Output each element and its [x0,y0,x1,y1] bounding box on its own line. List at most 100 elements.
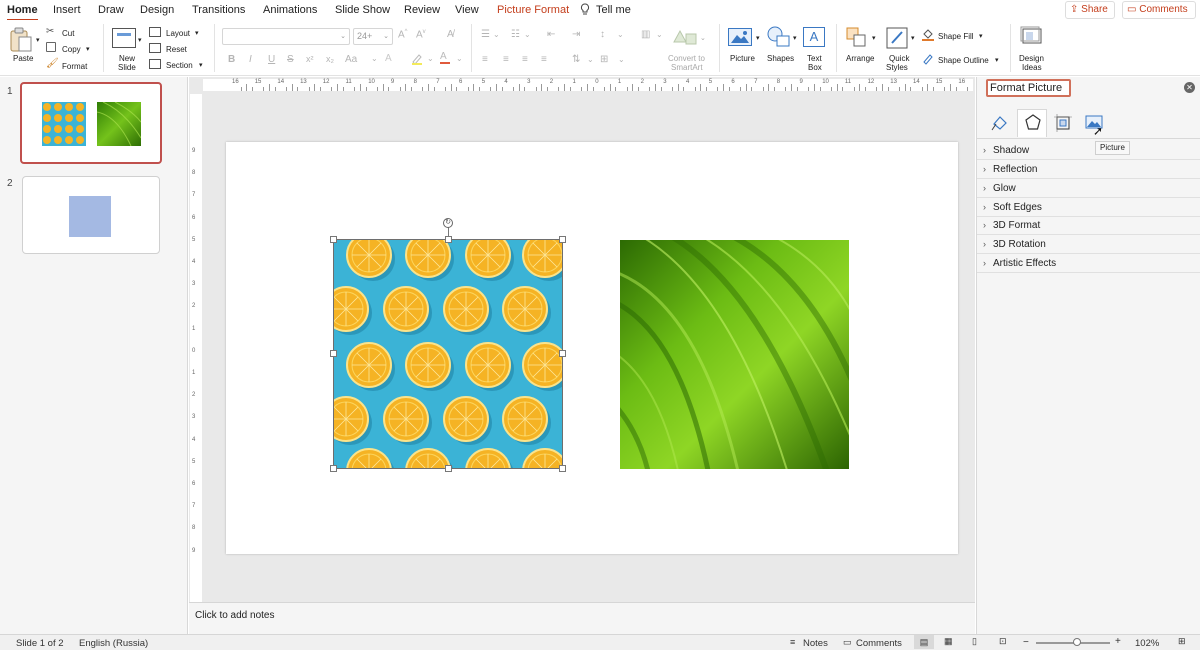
text-effects-icon[interactable]: A [385,53,392,64]
leaf-picture[interactable] [620,240,849,469]
tab-transitions[interactable]: Transitions [192,4,245,16]
shapes-dropdown-icon[interactable]: ▾ [793,34,797,43]
fill-line-tab-icon[interactable] [991,114,1009,135]
shapes-icon[interactable] [766,26,792,48]
decrease-font-icon[interactable]: Av [416,29,426,40]
paste-button[interactable] [9,27,33,56]
align-right-icon[interactable]: ≡ [522,54,528,65]
arrange-icon[interactable] [846,27,870,49]
notes-area[interactable]: Click to add notes [189,602,975,634]
shape-fill-dropdown-icon[interactable]: ▾ [979,32,983,41]
notes-toggle[interactable]: Notes [803,638,828,649]
font-name-field[interactable]: ⌄ [222,28,350,45]
tab-draw[interactable]: Draw [98,4,124,16]
new-slide-icon[interactable] [112,28,136,48]
align-text-icon[interactable]: ⊞ [600,54,608,65]
size-properties-tab-icon[interactable] [1054,114,1072,135]
text-direction-icon[interactable]: ⇅ [572,54,580,65]
bullets-icon[interactable]: ☰ [481,29,490,40]
section-dropdown-icon[interactable]: ▾ [199,61,203,70]
3d-format-section[interactable]: › 3D Format [977,216,1200,235]
tab-review[interactable]: Review [404,4,440,16]
shadow-section[interactable]: › Shadow [977,141,1200,160]
oranges-picture[interactable] [333,239,563,469]
bold-button[interactable]: B [228,54,235,65]
underline-button[interactable]: U [268,54,275,65]
increase-font-icon[interactable]: A^ [398,29,408,40]
tab-picture-format[interactable]: Picture Format [497,4,569,16]
picture-icon[interactable] [728,28,752,46]
shape-outline-dropdown-icon[interactable]: ▾ [995,56,999,65]
copy-dropdown-icon[interactable]: ▾ [86,45,90,54]
resize-handle-left[interactable] [330,350,337,357]
effects-tab[interactable] [1017,109,1047,137]
tab-design[interactable]: Design [140,4,174,16]
layout-button[interactable]: Layout [166,29,190,38]
subscript-button[interactable]: x₂ [326,54,334,64]
tab-insert[interactable]: Insert [53,4,81,16]
smartart-icon[interactable] [672,28,698,46]
layout-dropdown-icon[interactable]: ▾ [195,29,199,38]
font-size-field[interactable]: 24+ ⌄ [353,28,393,45]
resize-handle-top-left[interactable] [330,236,337,243]
zoom-in-button[interactable]: + [1115,636,1121,647]
glow-section[interactable]: › Glow [977,179,1200,198]
superscript-button[interactable]: x² [306,54,314,64]
language-indicator[interactable]: English (Russia) [79,638,148,649]
text-box-icon[interactable]: A [803,27,825,47]
format-painter-button[interactable]: Format [62,62,87,71]
zoom-slider-thumb[interactable] [1072,638,1081,646]
resize-handle-top-right[interactable] [559,236,566,243]
resize-handle-bottom[interactable] [445,465,452,472]
design-ideas-icon[interactable] [1020,26,1044,50]
normal-view-icon[interactable]: ▤ [914,635,934,649]
new-slide-dropdown-icon[interactable]: ▾ [138,36,142,45]
justify-icon[interactable]: ≡ [541,54,547,65]
decrease-indent-icon[interactable]: ⇤ [547,29,555,40]
slide-thumbnail-2[interactable] [22,176,160,254]
align-center-icon[interactable]: ≡ [503,54,509,65]
resize-handle-right[interactable] [559,350,566,357]
tab-home[interactable]: Home [7,4,38,21]
resize-handle-bottom-left[interactable] [330,465,337,472]
share-button[interactable]: ⇪ Share [1065,1,1115,19]
tab-view[interactable]: View [455,4,479,16]
close-icon[interactable]: ✕ [1184,82,1195,93]
picture-dropdown-icon[interactable]: ▾ [756,34,760,43]
columns-icon[interactable]: ▥ [641,29,650,40]
copy-button[interactable]: Copy [62,45,81,54]
zoom-level[interactable]: 102% [1135,638,1159,649]
slideshow-icon[interactable]: ⊡ [999,636,1007,647]
reading-view-icon[interactable]: ▯ [972,636,977,647]
rotate-handle-icon[interactable]: ↻ [443,218,453,228]
soft-edges-section[interactable]: › Soft Edges [977,198,1200,217]
artistic-effects-section[interactable]: › Artistic Effects [977,254,1200,273]
tab-slide-show[interactable]: Slide Show [335,4,390,16]
italic-button[interactable]: I [249,54,252,65]
resize-handle-top[interactable] [445,236,452,243]
arrange-dropdown-icon[interactable]: ▾ [872,34,876,43]
line-spacing-icon[interactable]: ↕ [600,29,605,40]
increase-indent-icon[interactable]: ⇥ [572,29,580,40]
slide-sorter-icon[interactable]: ▦ [944,636,953,647]
change-case-button[interactable]: Aa [345,54,357,65]
comments-toggle[interactable]: Comments [856,638,902,649]
font-color-icon[interactable]: A [440,51,450,64]
align-left-icon[interactable]: ≡ [482,54,488,65]
slide-thumbnail-1[interactable] [20,82,162,164]
shape-outline-button[interactable]: Shape Outline [938,56,989,65]
quick-styles-dropdown-icon[interactable]: ▾ [911,34,915,43]
resize-handle-bottom-right[interactable] [559,465,566,472]
reflection-section[interactable]: › Reflection [977,160,1200,179]
3d-rotation-section[interactable]: › 3D Rotation [977,235,1200,254]
zoom-out-button[interactable]: − [1023,637,1029,648]
paste-dropdown-icon[interactable]: ▾ [36,36,40,45]
section-button[interactable]: Section [166,61,193,70]
quick-styles-icon[interactable] [886,27,908,49]
shape-fill-button[interactable]: Shape Fill [938,32,974,41]
tell-me-search[interactable]: Tell me [596,4,631,16]
cut-button[interactable]: Cut [62,29,74,38]
strikethrough-button[interactable]: S [287,54,294,65]
clear-format-icon[interactable]: A̸ [447,29,454,40]
fit-to-window-icon[interactable]: ⊞ [1178,636,1186,647]
